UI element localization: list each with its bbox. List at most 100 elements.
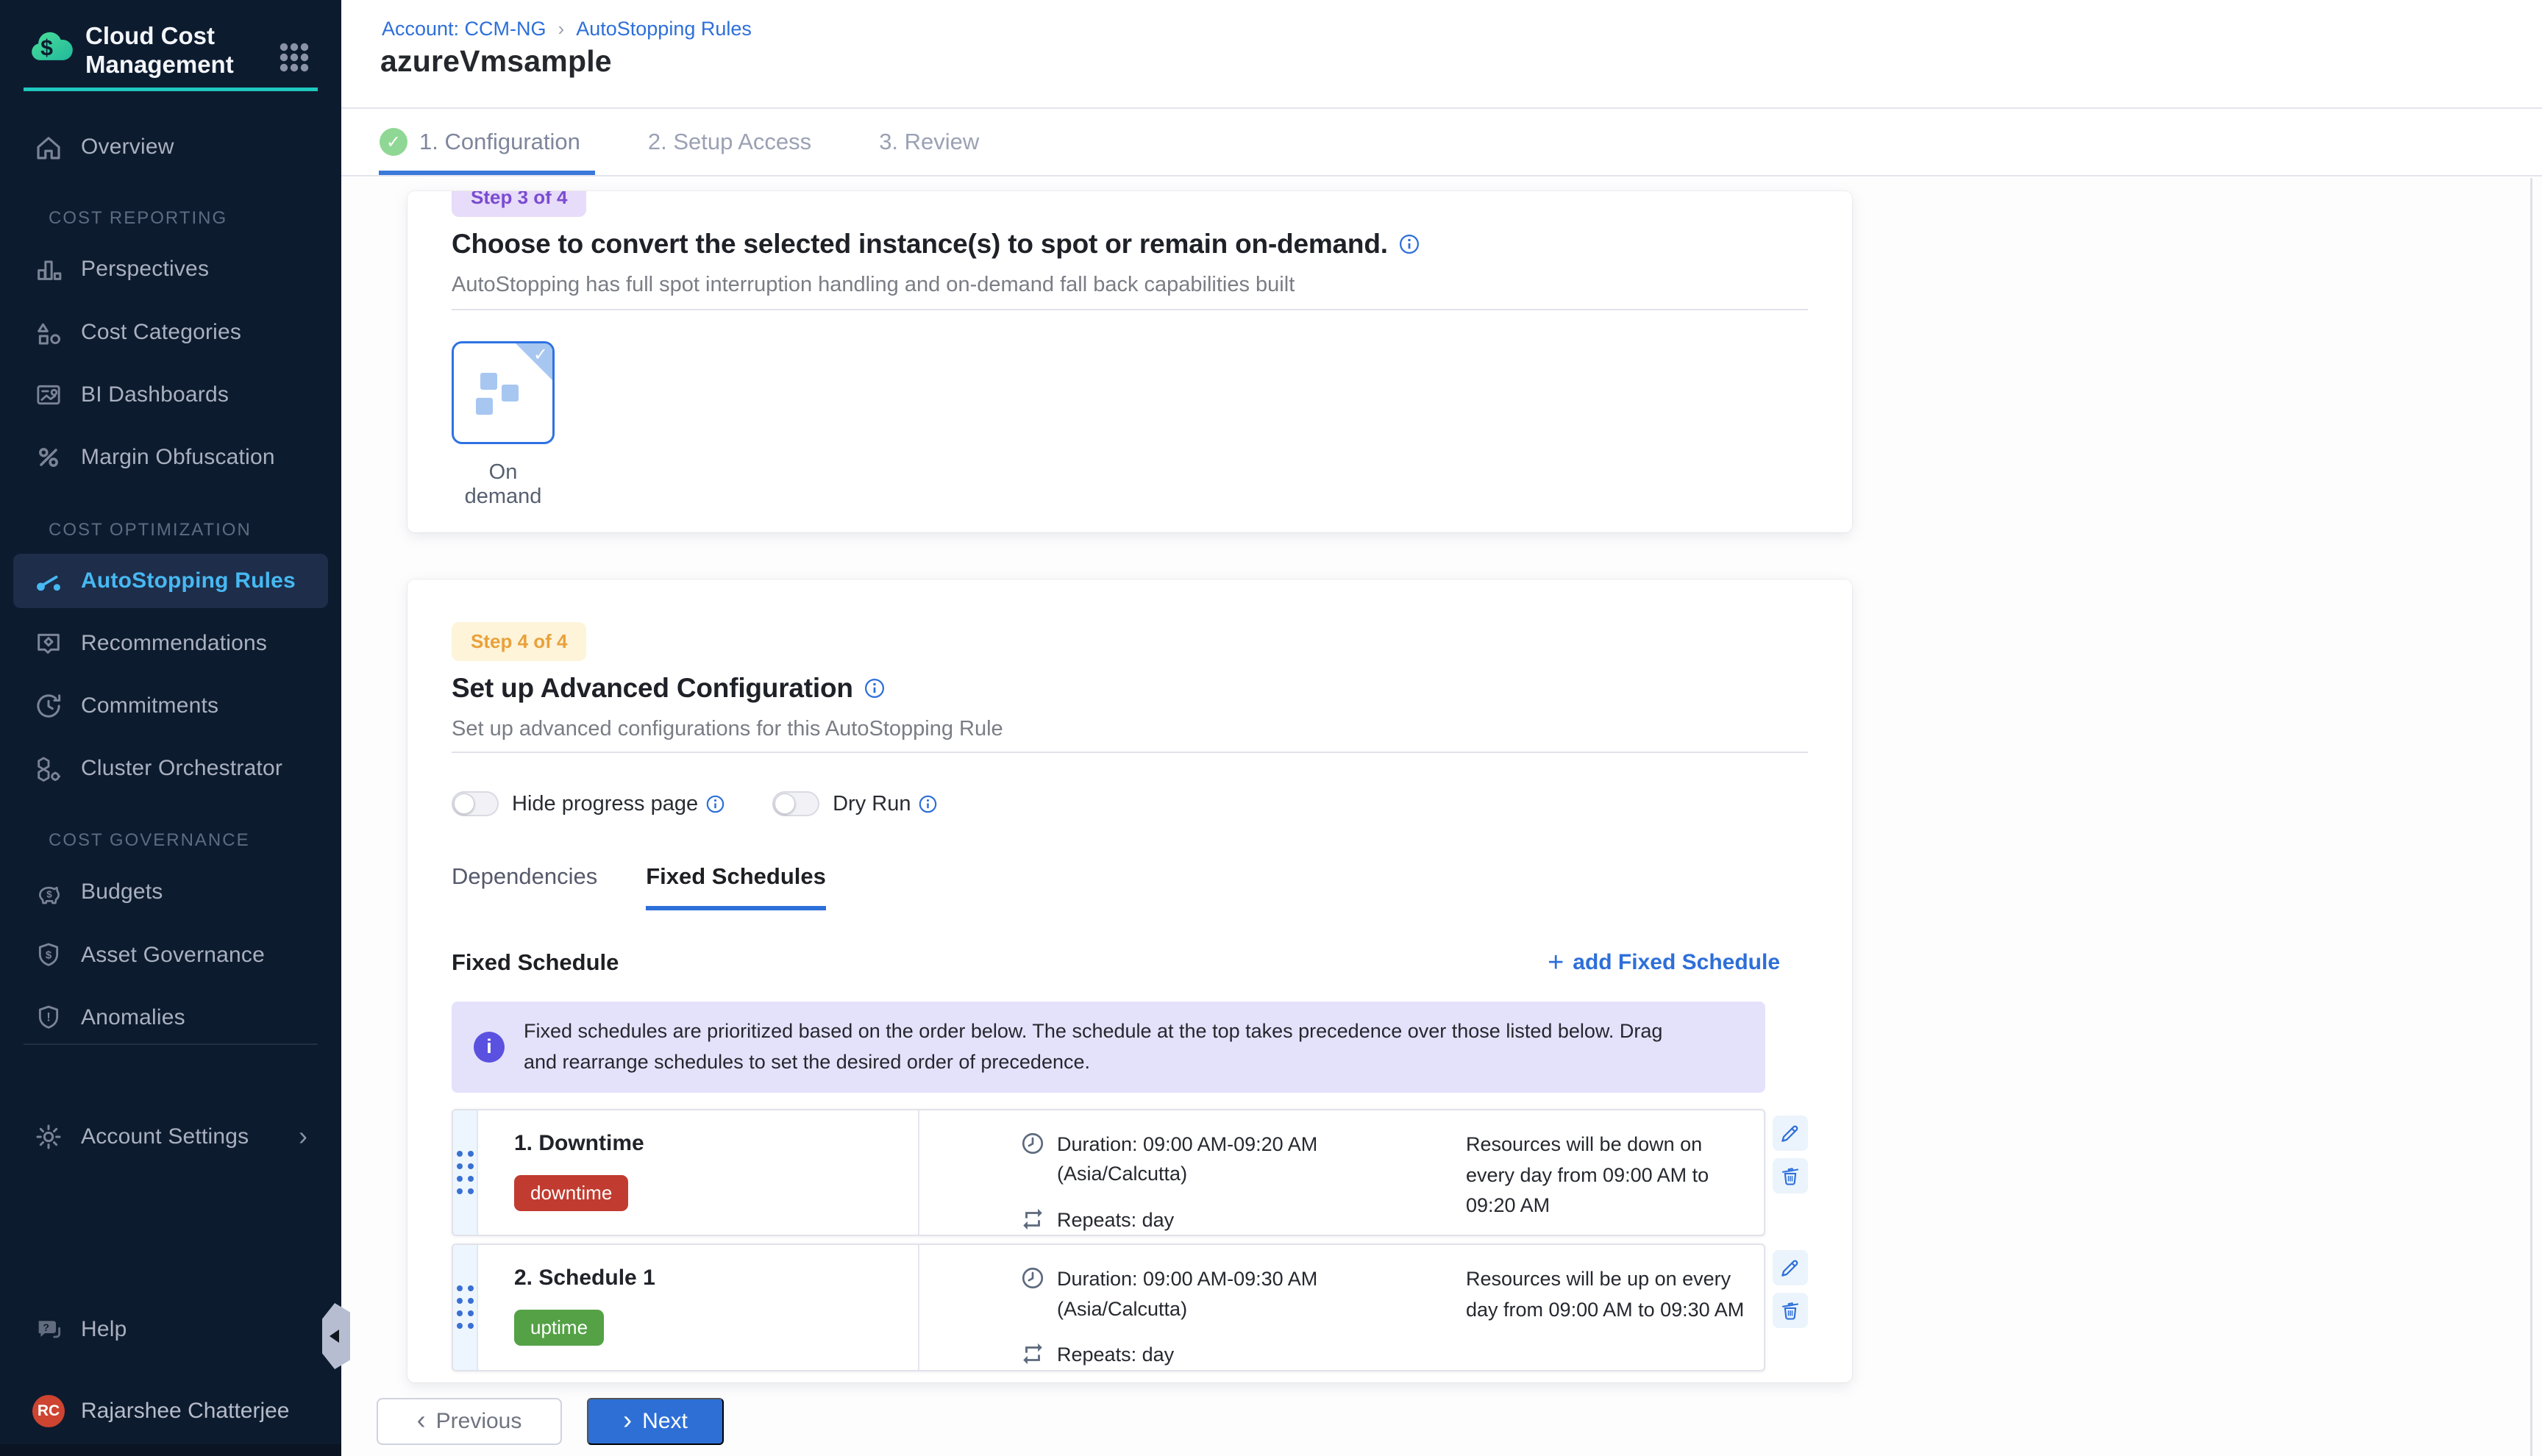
delete-schedule-button[interactable] xyxy=(1773,1158,1808,1193)
step-badge: Step 4 of 4 xyxy=(452,622,586,661)
next-button[interactable]: › Next xyxy=(587,1398,724,1445)
priority-info-text: Fixed schedules are prioritized based on… xyxy=(524,1016,1671,1078)
sidebar-item-autostopping-rules[interactable]: AutoStopping Rules xyxy=(13,554,328,608)
breadcrumb-autostopping-rules[interactable]: AutoStopping Rules xyxy=(576,18,752,40)
shield-dollar-icon: $ xyxy=(32,939,65,971)
wizard-step-setup-access[interactable]: 2. Setup Access xyxy=(648,129,811,155)
bar-chart-icon xyxy=(32,253,65,285)
repeat-icon xyxy=(1020,1341,1045,1366)
cloud-cost-logo-icon: $ xyxy=(26,26,75,68)
spot-selection-card: Step 3 of 4 Choose to convert the select… xyxy=(407,191,1852,532)
edit-schedule-button[interactable] xyxy=(1773,1116,1808,1151)
dry-run-toggle[interactable] xyxy=(772,791,819,816)
chevron-right-icon: › xyxy=(623,1407,632,1433)
schedule-duration: Duration: 09:00 AM-09:20 AM (Asia/Calcut… xyxy=(1057,1130,1373,1189)
check-circle-icon: ✓ xyxy=(380,128,407,156)
sidebar-item-cluster-orchestrator[interactable]: Cluster Orchestrator xyxy=(0,745,341,792)
plus-icon: + xyxy=(1548,949,1564,977)
sidebar-item-asset-governance[interactable]: $ Asset Governance xyxy=(0,932,341,979)
scrollbar-track[interactable] xyxy=(2530,178,2532,1456)
info-icon: i xyxy=(474,1032,505,1063)
drag-handle[interactable] xyxy=(453,1110,478,1235)
schedule-card-uptime: 2. Schedule 1 uptime Duration: 09:00 AM-… xyxy=(452,1243,1765,1371)
main-area: Account: CCM-NG › AutoStopping Rules azu… xyxy=(341,0,2542,1456)
tab-fixed-schedules[interactable]: Fixed Schedules xyxy=(646,863,826,910)
svg-text:?: ? xyxy=(43,1322,49,1334)
autostopping-icon xyxy=(32,565,65,597)
chevron-left-icon: ‹ xyxy=(417,1407,426,1433)
divider xyxy=(452,752,1808,753)
chevron-right-icon: › xyxy=(558,18,565,40)
fixed-schedule-header-row: Fixed Schedule + add Fixed Schedule xyxy=(452,949,1780,977)
sidebar-item-overview[interactable]: Overview xyxy=(0,124,341,171)
section-cost-reporting: COST REPORTING xyxy=(49,208,227,229)
section-cost-optimization: COST OPTIMIZATION xyxy=(49,520,252,540)
delete-schedule-button[interactable] xyxy=(1773,1293,1808,1328)
module-grid-icon[interactable] xyxy=(271,34,318,81)
app-title: Cloud Cost Management xyxy=(85,22,254,79)
user-name: Rajarshee Chatterjee xyxy=(81,1399,290,1424)
page-header: Account: CCM-NG › AutoStopping Rules azu… xyxy=(341,0,2542,109)
sidebar-item-commitments[interactable]: Commitments xyxy=(0,682,341,729)
schedule-repeats: Repeats: day xyxy=(1057,1340,1174,1370)
sidebar-item-recommendations[interactable]: Recommendations xyxy=(0,620,341,667)
drag-handle[interactable] xyxy=(453,1245,478,1370)
divider xyxy=(452,309,1808,310)
sidebar-divider xyxy=(24,1043,318,1045)
hide-progress-toggle[interactable] xyxy=(452,791,499,816)
hide-progress-label: Hide progress page xyxy=(512,792,698,816)
sidebar-item-perspectives[interactable]: Perspectives xyxy=(0,246,341,293)
on-demand-label: On demand xyxy=(452,460,555,509)
schedule-summary: Resources will be up on every day from 0… xyxy=(1466,1264,1746,1326)
user-menu[interactable]: RC Rajarshee Chatterjee xyxy=(0,1388,341,1435)
dry-run-label: Dry Run xyxy=(833,792,911,816)
recommendation-icon xyxy=(32,627,65,660)
gear-icon xyxy=(32,1121,65,1153)
sidebar-bottom-strip xyxy=(0,1444,341,1456)
cluster-icon xyxy=(32,752,65,785)
wizard-step-review[interactable]: 3. Review xyxy=(879,129,979,155)
clock-icon xyxy=(1020,1266,1045,1291)
info-icon[interactable] xyxy=(918,794,938,814)
page-title: azureVmsample xyxy=(380,44,612,79)
sidebar-item-label: Overview xyxy=(81,135,174,160)
clock-icon xyxy=(1020,1131,1045,1156)
sidebar-item-bi-dashboards[interactable]: BI Dashboards xyxy=(0,371,341,418)
breadcrumb-account[interactable]: Account: CCM-NG xyxy=(382,18,547,40)
sidebar-item-help[interactable]: ? Help xyxy=(0,1306,341,1353)
app-logo-row: $ Cloud Cost Management xyxy=(26,22,322,79)
advanced-card-subtitle: Set up advanced configurations for this … xyxy=(452,717,1808,741)
info-icon[interactable] xyxy=(1398,233,1420,255)
edit-schedule-button[interactable] xyxy=(1773,1250,1808,1285)
pencil-icon xyxy=(1779,1122,1801,1144)
priority-info-banner: i Fixed schedules are prioritized based … xyxy=(452,1002,1765,1093)
wizard-step-configuration[interactable]: ✓ 1. Configuration xyxy=(380,128,580,156)
sidebar-item-anomalies[interactable]: ! Anomalies xyxy=(0,994,341,1041)
previous-button[interactable]: ‹ Previous xyxy=(377,1398,562,1445)
sidebar-item-cost-categories[interactable]: Cost Categories xyxy=(0,309,341,356)
spot-card-subtitle: AutoStopping has full spot interruption … xyxy=(452,273,1808,297)
trash-icon xyxy=(1779,1299,1801,1321)
svg-text:$: $ xyxy=(46,889,52,900)
schedule-repeats: Repeats: day xyxy=(1057,1205,1174,1235)
commitments-icon xyxy=(32,690,65,722)
sidebar-item-account-settings[interactable]: Account Settings › xyxy=(0,1113,341,1160)
tab-dependencies[interactable]: Dependencies xyxy=(452,863,597,910)
wizard-footer: ‹ Previous › Next xyxy=(377,1398,724,1445)
percent-icon xyxy=(32,441,65,474)
svg-text:$: $ xyxy=(40,36,53,60)
collapse-arrow-icon xyxy=(330,1330,339,1343)
trash-icon xyxy=(1779,1165,1801,1187)
advanced-tabs: Dependencies Fixed Schedules xyxy=(452,863,1808,910)
sidebar-item-margin-obfuscation[interactable]: Margin Obfuscation xyxy=(0,434,341,481)
on-demand-option-tile[interactable]: ✓ xyxy=(452,341,555,444)
svg-text:$: $ xyxy=(46,949,52,962)
piggy-bank-icon: $ xyxy=(32,876,65,908)
sidebar-item-budgets[interactable]: $ Budgets xyxy=(0,868,341,916)
add-fixed-schedule-button[interactable]: + add Fixed Schedule xyxy=(1548,949,1780,977)
on-demand-icon xyxy=(480,373,497,390)
info-icon[interactable] xyxy=(864,677,886,699)
schedule-name: 1. Downtime xyxy=(514,1131,918,1156)
schedule-summary: Resources will be down on every day from… xyxy=(1466,1130,1746,1222)
info-icon[interactable] xyxy=(705,794,725,814)
